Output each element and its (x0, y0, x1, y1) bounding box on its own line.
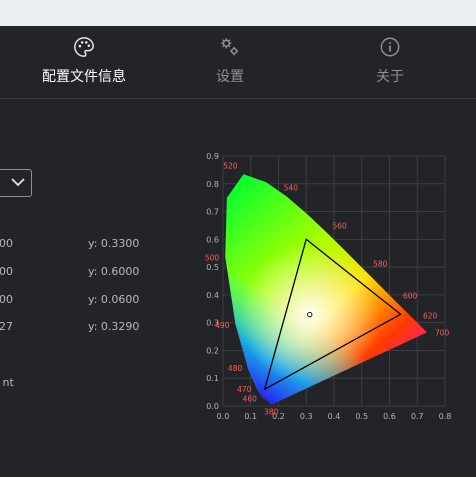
wavelength-label-580: 580 (373, 260, 388, 269)
cie-chromaticity-chart: 0.0 0.1 0.2 0.3 0.4 0.5 0.6 0.7 0.8 0.0 0.1 0.2 0.3 0… (195, 146, 476, 426)
wavelength-label-520: 520 (223, 161, 238, 170)
x-tick-label-8: 0.8 (439, 412, 452, 421)
x-tick-label-4: 0.4 (328, 412, 341, 421)
green-y-value: y: 0.6000 (88, 265, 140, 278)
y-tick-label-6: 0.6 (206, 235, 219, 244)
tab-settings[interactable]: 设置 (170, 36, 290, 86)
x-tick-label-5: 0.5 (355, 412, 368, 421)
wavelength-label-540: 540 (284, 184, 299, 193)
profile-select[interactable] (0, 169, 32, 197)
green-x-value: 000 (0, 265, 13, 278)
y-tick-label-5: 0.5 (206, 263, 219, 272)
y-tick-label-1: 0.1 (206, 374, 219, 383)
white-y-value: y: 0.3290 (88, 320, 140, 333)
red-y-value: y: 0.3300 (88, 237, 140, 250)
wavelength-label-700: 700 (435, 328, 450, 337)
x-tick-label-0: 0.0 (217, 412, 230, 421)
luminance-value: 1 nt (0, 376, 14, 389)
window-top-strip (0, 0, 476, 26)
wavelength-label-480: 480 (228, 364, 243, 373)
tab-profile-info[interactable]: 配置文件信息 (24, 36, 144, 86)
blue-y-value: y: 0.0600 (88, 293, 140, 306)
wavelength-label-500: 500 (205, 254, 220, 263)
white-point-marker (307, 311, 313, 318)
palette-icon (74, 37, 94, 57)
y-tick-label-9: 0.9 (206, 152, 219, 161)
wavelength-label-600: 600 (403, 292, 418, 301)
y-tick-label-4: 0.4 (206, 291, 219, 300)
white-x-value: 127 (0, 320, 13, 333)
spectral-locus-white-overlay (225, 174, 427, 405)
tab-about-label: 关于 (376, 69, 404, 85)
info-icon (380, 37, 400, 57)
y-tick-label-0: 0.0 (206, 402, 219, 411)
wavelength-label-460: 460 (243, 395, 258, 404)
x-tick-label-1: 0.1 (244, 412, 257, 421)
chevron-down-icon (11, 178, 25, 187)
wavelength-label-560: 560 (333, 221, 348, 230)
blue-x-value: 500 (0, 293, 13, 306)
tab-profile-info-label: 配置文件信息 (42, 69, 126, 85)
wavelength-label-380: 380 (264, 408, 279, 417)
tab-bar: 配置文件信息 设置 关于 (0, 26, 476, 98)
profile-info-panel: 400 y: 0.3300 000 y: 0.6000 500 y: 0.060… (0, 99, 190, 477)
y-tick-label-7: 0.7 (206, 208, 219, 217)
x-tick-label-7: 0.7 (411, 412, 424, 421)
x-tick-label-3: 0.3 (300, 412, 313, 421)
y-tick-label-8: 0.8 (206, 180, 219, 189)
y-tick-label-2: 0.2 (206, 346, 219, 355)
wavelength-label-490: 490 (215, 321, 230, 330)
red-x-value: 400 (0, 237, 13, 250)
wavelength-label-470: 470 (237, 385, 252, 394)
gears-icon (221, 38, 239, 56)
wavelength-label-620: 620 (423, 311, 438, 320)
tab-about[interactable]: 关于 (330, 36, 450, 86)
tab-settings-label: 设置 (216, 69, 244, 85)
x-tick-label-6: 0.6 (383, 412, 396, 421)
cie-chart-svg: 0.0 0.1 0.2 0.3 0.4 0.5 0.6 0.7 0.80.00.10.20.30… (205, 152, 452, 421)
